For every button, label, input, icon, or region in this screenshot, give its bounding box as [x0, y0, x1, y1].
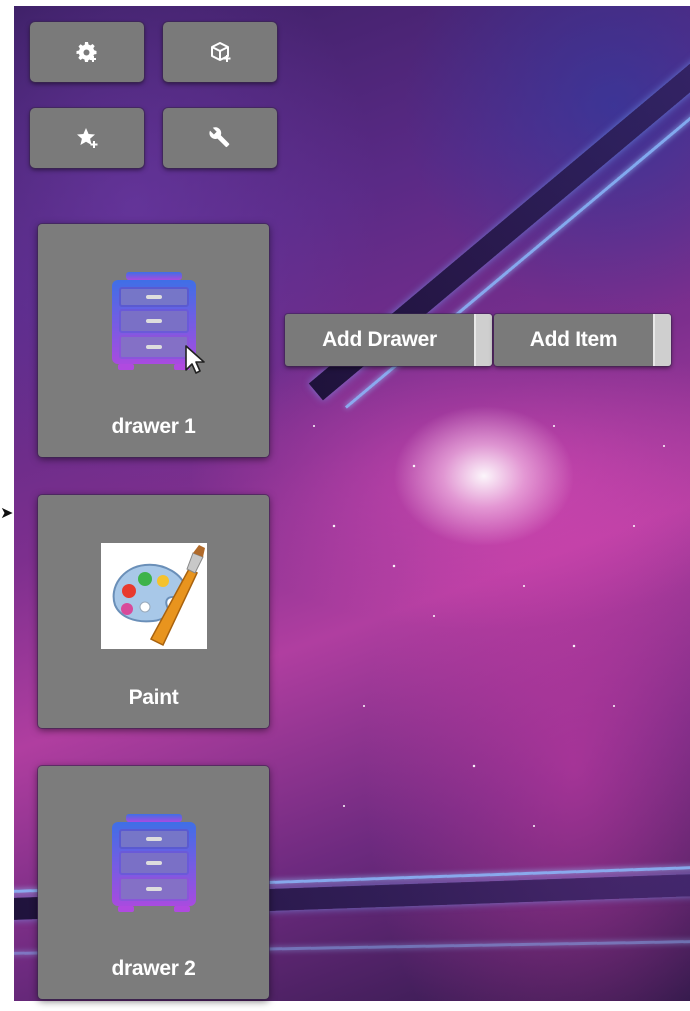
mouse-cursor-icon [185, 345, 205, 374]
tile-label: drawer 1 [111, 415, 196, 438]
wrench-icon [209, 127, 230, 148]
add-package-button[interactable] [163, 22, 277, 82]
box-plus-icon [211, 42, 231, 62]
tools-button[interactable] [163, 108, 277, 168]
button-edge [474, 314, 492, 366]
desktop-tile-paint[interactable]: Paint [38, 495, 269, 728]
add-item-button[interactable]: Add Item [494, 314, 671, 366]
add-item-label: Add Item [529, 328, 618, 351]
add-settings-button[interactable] [30, 22, 144, 82]
add-favorite-button[interactable] [30, 108, 144, 168]
button-edge [653, 314, 671, 366]
tile-label: Paint [128, 686, 179, 709]
arrow-marker-icon: ➤ [0, 505, 14, 522]
desktop-tile-drawer-1[interactable]: drawer 1 [38, 224, 269, 457]
paint-palette-icon [100, 543, 207, 649]
star-plus-icon [77, 128, 98, 148]
desktop-tile-drawer-2[interactable]: drawer 2 [38, 766, 269, 999]
add-drawer-label: Add Drawer [322, 328, 437, 351]
add-drawer-button[interactable]: Add Drawer [285, 314, 492, 366]
gear-plus-icon [76, 42, 97, 62]
drawer-icon [111, 814, 196, 912]
tile-label: drawer 2 [111, 957, 196, 980]
